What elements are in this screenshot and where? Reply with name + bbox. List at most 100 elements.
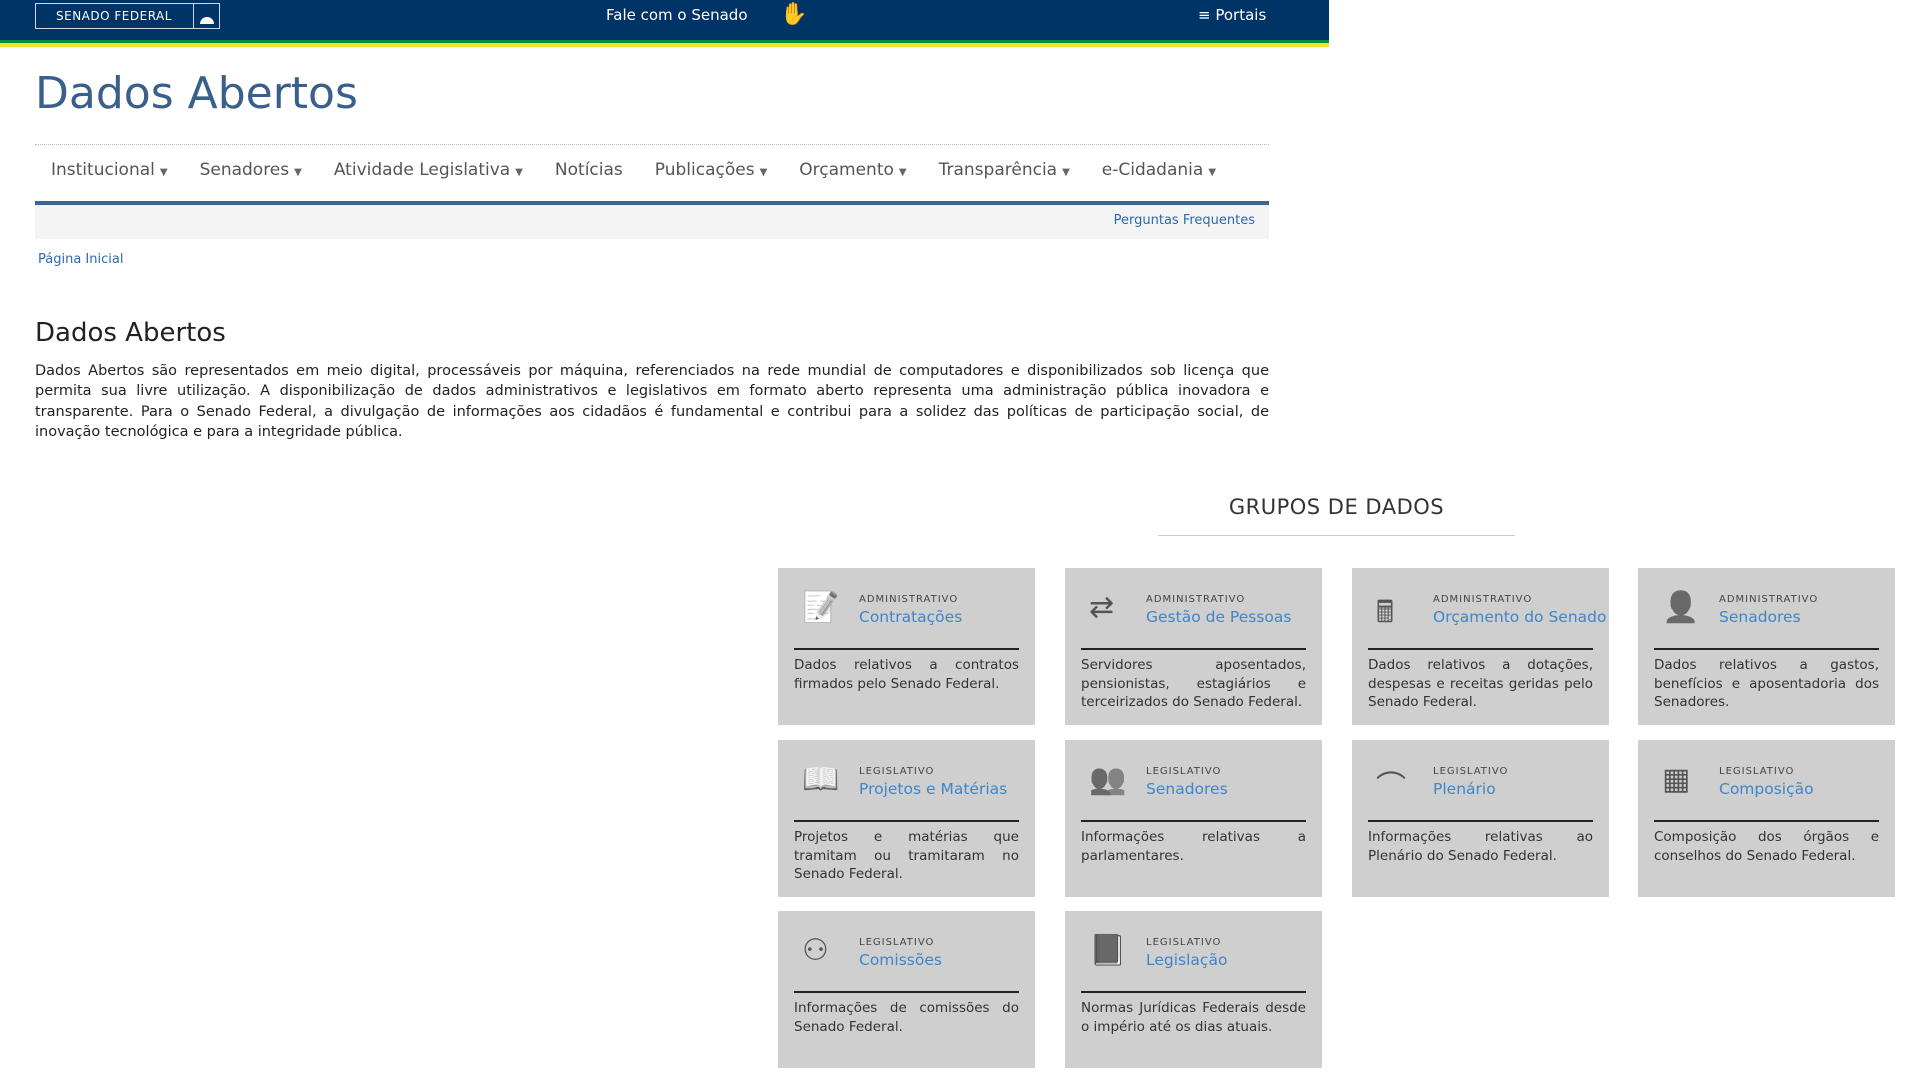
nav-item-label: Atividade Legislativa	[333, 160, 511, 180]
portals-menu[interactable]: ≡ Portais	[1198, 6, 1266, 24]
card-title-link[interactable]: Legislação	[1146, 951, 1227, 969]
card-divider	[1654, 648, 1879, 650]
nav-item-senadores[interactable]: Senadores ▼	[184, 160, 318, 188]
caret-down-icon: ▼	[1208, 167, 1217, 178]
card-divider	[794, 991, 1019, 993]
caret-down-icon: ▼	[159, 167, 168, 178]
card-title-link[interactable]: Senadores	[1719, 608, 1801, 626]
data-group-card[interactable]: 📝 ADMINISTRATIVO Contratações Dados rela…	[778, 568, 1035, 725]
data-group-card[interactable]: 🖩 ADMINISTRATIVO Orçamento do Senado Dad…	[1352, 568, 1609, 725]
groups-divider	[1158, 535, 1515, 536]
plenary-icon: ⌒	[1376, 770, 1406, 805]
nav-item-atividade-legislativa[interactable]: Atividade Legislativa ▼	[318, 160, 539, 188]
card-description: Dados relativos a dotações, despesas e r…	[1368, 657, 1593, 710]
card-description: Informações de comissões do Senado Feder…	[794, 1000, 1019, 1035]
card-title-link[interactable]: Gestão de Pessoas	[1146, 608, 1291, 626]
nav-item-orçamento[interactable]: Orçamento ▼	[783, 160, 922, 188]
contact-link[interactable]: Fale com o Senado	[606, 6, 748, 24]
card-description: Projetos e matérias que tramitam ou tram…	[794, 829, 1019, 882]
card-category: ADMINISTRATIVO	[1433, 594, 1533, 605]
law-book-icon: 📕	[1089, 933, 1127, 968]
sign-language-hands-icon[interactable]: ✋	[780, 2, 807, 27]
hamburger-icon: ≡	[1198, 6, 1216, 24]
data-group-card[interactable]: 👤 ADMINISTRATIVO Senadores Dados relativ…	[1638, 568, 1895, 725]
card-title-link[interactable]: Plenário	[1433, 780, 1496, 798]
intro-text: Dados Abertos são representados em meio …	[35, 363, 1269, 440]
card-title-link[interactable]: Composição	[1719, 780, 1814, 798]
data-group-card[interactable]: 👥 LEGISLATIVO Senadores Informações rela…	[1065, 740, 1322, 897]
card-description: Normas Jurídicas Federais desde o impéri…	[1081, 1000, 1306, 1035]
data-group-card[interactable]: ▦ LEGISLATIVO Composição Composição dos …	[1638, 740, 1895, 897]
card-category: LEGISLATIVO	[859, 766, 935, 777]
card-divider	[1368, 820, 1593, 822]
nav-item-publicações[interactable]: Publicações ▼	[639, 160, 784, 188]
group-icon: 👥	[1089, 762, 1127, 797]
nav-item-transparência[interactable]: Transparência ▼	[923, 160, 1086, 188]
card-category: ADMINISTRATIVO	[859, 594, 959, 605]
card-title-link[interactable]: Projetos e Matérias	[859, 780, 1007, 798]
card-description: Informações relativas a parlamentares.	[1081, 829, 1306, 864]
card-divider	[1654, 820, 1879, 822]
yellow-stripe	[0, 43, 1329, 47]
people-exchange-icon: ⇄	[1089, 590, 1115, 625]
data-group-card[interactable]: ⇄ ADMINISTRATIVO Gestão de Pessoas Servi…	[1065, 568, 1322, 725]
card-divider	[1081, 991, 1306, 993]
card-category: LEGISLATIVO	[1146, 937, 1222, 948]
card-description: Informações relativas ao Plenário do Sen…	[1368, 829, 1593, 864]
card-category: LEGISLATIVO	[859, 937, 935, 948]
groups-title: GRUPOS DE DADOS	[1228, 495, 1445, 519]
portals-label: Portais	[1215, 6, 1267, 24]
subnav-bar: Perguntas Frequentes	[35, 205, 1269, 239]
card-title-link[interactable]: Comissões	[859, 951, 942, 969]
nav-item-institucional[interactable]: Institucional ▼	[35, 160, 184, 188]
data-group-card[interactable]: ⌒ LEGISLATIVO Plenário Informações relat…	[1352, 740, 1609, 897]
nav-item-label: Orçamento	[799, 160, 894, 180]
card-description: Dados relativos a gastos, benefícios e a…	[1654, 657, 1879, 710]
nav-item-notícias[interactable]: Notícias	[539, 160, 639, 188]
card-title-link[interactable]: Senadores	[1146, 780, 1228, 798]
main-nav: Institucional ▼ Senadores ▼ Atividade Legisl…	[35, 160, 1269, 188]
card-divider	[1368, 648, 1593, 650]
nav-item-e-cidadania[interactable]: e-Cidadania ▼	[1086, 160, 1232, 188]
senado-logo[interactable]: SENADO FEDERAL	[35, 3, 220, 29]
card-divider	[794, 648, 1019, 650]
top-bar: SENADO FEDERAL Fale com o Senado ✋ ≡ Por…	[0, 0, 1329, 40]
card-title-link[interactable]: Contratações	[859, 608, 962, 626]
nav-item-label: Publicações	[654, 160, 755, 180]
card-description: Servidores aposentados, pensionistas, es…	[1081, 657, 1306, 710]
card-divider	[1081, 648, 1306, 650]
page-title: Dados Abertos	[35, 68, 358, 119]
grid-icon: ▦	[1662, 762, 1691, 797]
person-icon: 👤	[1662, 590, 1700, 625]
card-description: Dados relativos a contratos firmados pel…	[794, 657, 1019, 692]
nav-item-label: e-Cidadania	[1101, 160, 1204, 180]
card-category: LEGISLATIVO	[1146, 766, 1222, 777]
divider	[35, 144, 1269, 145]
senado-building-icon	[193, 4, 219, 28]
data-group-card[interactable]: ⚇ LEGISLATIVO Comissões Informações de c…	[778, 911, 1035, 1068]
card-title-link[interactable]: Orçamento do Senado	[1433, 608, 1606, 626]
card-category: LEGISLATIVO	[1433, 766, 1509, 777]
contract-icon: 📝	[802, 590, 840, 625]
caret-down-icon: ▼	[515, 167, 523, 178]
card-divider	[1081, 820, 1306, 822]
calculator-icon: 🖩	[1376, 595, 1394, 630]
card-description: Composição dos órgãos e conselhos do Sen…	[1654, 829, 1879, 864]
card-divider	[794, 820, 1019, 822]
card-category: ADMINISTRATIVO	[1146, 594, 1246, 605]
nav-item-label: Institucional	[51, 160, 155, 180]
caret-down-icon: ▼	[294, 167, 302, 178]
caret-down-icon: ▼	[898, 167, 907, 178]
nav-item-label: Senadores	[199, 160, 290, 180]
faq-link[interactable]: Perguntas Frequentes	[1114, 213, 1255, 228]
breadcrumb-home[interactable]: Página Inicial	[38, 252, 123, 267]
data-group-card[interactable]: 📖 LEGISLATIVO Projetos e Matérias Projet…	[778, 740, 1035, 897]
section-title: Dados Abertos	[35, 318, 226, 348]
data-group-card[interactable]: 📕 LEGISLATIVO Legislação Normas Jurídica…	[1065, 911, 1322, 1068]
caret-down-icon: ▼	[759, 167, 768, 178]
caret-down-icon: ▼	[1062, 167, 1070, 178]
card-category: LEGISLATIVO	[1719, 766, 1795, 777]
book-icon: 📖	[802, 762, 840, 797]
logo-text: SENADO FEDERAL	[56, 9, 172, 23]
nav-item-label: Transparência	[938, 160, 1058, 180]
